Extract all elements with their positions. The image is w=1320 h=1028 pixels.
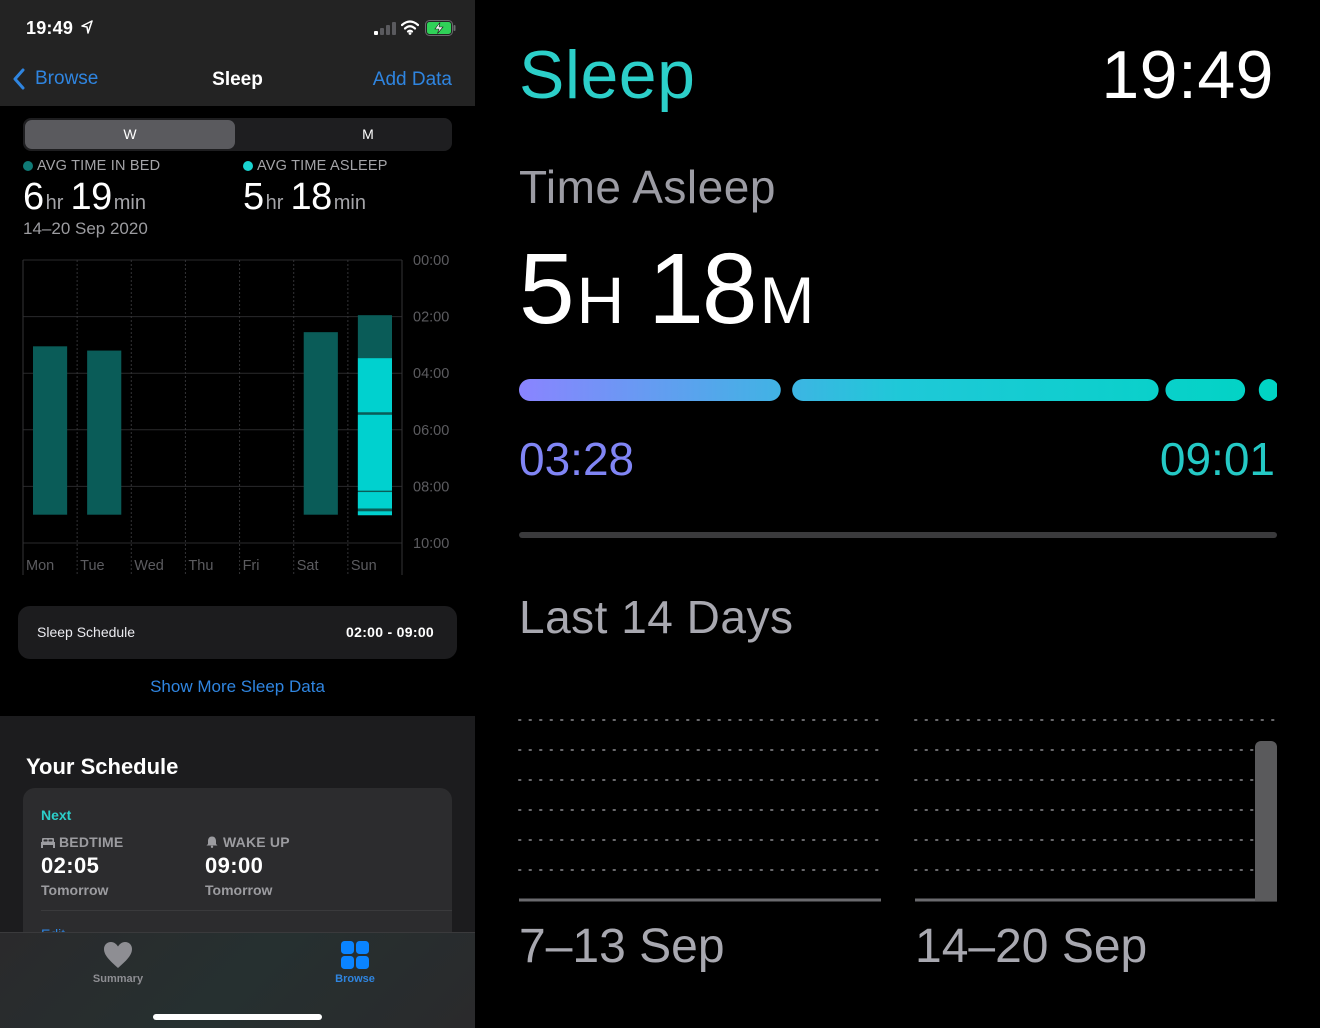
wake-up-label: WAKE UP [223,834,290,850]
in-bed-bar [33,346,68,515]
time-asleep-hours-unit: H [576,263,625,337]
segment-week[interactable]: W [25,120,235,149]
y-tick-label: 04:00 [413,366,449,382]
divider [519,532,1277,538]
tab-bar: Summary Browse [0,932,475,1028]
status-bar: 19:49 [0,0,475,56]
tab-summary-label: Summary [92,973,144,985]
asleep-label: AVG TIME ASLEEP [257,158,388,174]
grid-icon [341,941,369,969]
time-asleep-label: Time Asleep [519,161,776,213]
sleep-schedule-row[interactable]: Sleep Schedule 02:00 - 09:00 [18,606,457,659]
y-tick-label: 00:00 [413,253,449,269]
in-bed-minutes-unit: min [113,192,146,214]
watch-sleep-app: Sleep 19:49 Time Asleep 5 H 18 M 03:28 0… [475,0,1320,1028]
time-asleep-minutes-unit: M [759,263,815,337]
wifi-icon [401,20,419,35]
heart-icon [104,942,132,968]
asleep-segment [357,511,392,516]
time-asleep-hours: 5 [519,233,575,345]
asleep-segment [357,414,392,491]
iphone-health-app: 19:49 Browse Sleep Add Data W M AVG TIME… [0,0,475,1028]
sleep-timeline [519,379,1277,401]
x-tick-label: Tue [80,558,104,574]
watch-app-title: Sleep [519,37,696,113]
battery-charging-icon [425,20,456,36]
asleep-hours-unit: hr [265,192,284,214]
in-bed-hours: 6 [23,176,44,218]
wake-up-day: Tomorrow [205,882,273,898]
time-asleep-value: 5 H 18 M [519,232,839,347]
in-bed-minutes: 19 [70,176,112,218]
tab-browse-label: Browse [335,973,375,985]
card-divider [41,910,452,911]
last-14-days-title: Last 14 Days [519,591,794,643]
x-tick-label: Fri [243,558,260,574]
in-bed-legend-dot [23,161,33,171]
day-bar-base [1255,892,1277,901]
x-tick-label: Thu [188,558,213,574]
x-tick-label: Sun [351,558,377,574]
sleep-start-time: 03:28 [519,433,635,485]
y-tick-label: 02:00 [413,310,449,326]
weekly-sleep-chart[interactable]: 00:00 02:00 04:00 06:00 08:00 10:00 Mon Tue Wed T… [0,250,475,585]
bed-icon [41,838,55,848]
wake-up-block: WAKE UP 09:00 Tomorrow [205,834,290,898]
watch-clock: 19:49 [1101,37,1274,113]
alarm-bell-icon [206,836,218,848]
asleep-minutes: 18 [290,176,332,218]
asleep-segment [357,492,392,509]
last-14-days-chart: 7–13 Sep 14–20 Sep [518,719,1277,973]
timeline-segment [1258,379,1277,401]
date-range: 14–20 Sep 2020 [23,219,148,238]
bedtime-block: BEDTIME 02:05 Tomorrow [41,834,123,898]
bedtime-day: Tomorrow [41,882,109,898]
status-time: 19:49 [26,18,74,38]
bedtime-label: BEDTIME [59,834,124,850]
show-more-sleep-data-link[interactable]: Show More Sleep Data [0,677,475,697]
asleep-legend-dot [243,161,253,171]
in-bed-hours-unit: hr [45,192,64,214]
avg-time-in-bed: AVG TIME IN BED 6 hr 19 min 14–20 Sep 20… [23,158,160,239]
y-tick-label: 06:00 [413,423,449,439]
week-label: 7–13 Sep [519,920,725,973]
x-tick-label: Wed [134,558,164,574]
navigation-bar: Browse Sleep Add Data [0,56,475,106]
day-bar [1255,741,1277,901]
timeline-segment [519,379,781,401]
asleep-hours: 5 [243,176,264,218]
sleep-schedule-label: Sleep Schedule [37,624,136,640]
next-label: Next [41,807,72,823]
tab-browse[interactable]: Browse [305,941,405,985]
avg-time-asleep: AVG TIME ASLEEP 5 hr 18 min [243,158,388,219]
y-tick-label: 08:00 [413,479,449,495]
time-asleep-minutes: 18 [648,233,757,345]
tab-summary[interactable]: Summary [68,941,168,985]
asleep-minutes-unit: min [333,192,366,214]
home-indicator[interactable] [153,1014,322,1020]
bedtime-time: 02:05 [41,853,100,878]
add-data-button[interactable]: Add Data [373,69,452,91]
x-tick-label: Mon [26,558,54,574]
period-segmented-control: W M [23,118,452,151]
in-bed-label: AVG TIME IN BED [37,158,161,174]
segment-month[interactable]: M [263,120,473,149]
y-tick-label: 10:00 [413,536,449,552]
asleep-segment [357,358,392,413]
location-arrow-icon [81,20,93,34]
your-schedule-title: Your Schedule [26,754,179,779]
timeline-segment [1165,379,1246,401]
timeline-segment [792,379,1159,401]
sleep-schedule-value: 02:00 - 09:00 [346,624,434,640]
in-bed-bar [303,332,338,515]
wake-up-time: 09:00 [205,853,264,878]
sleep-end-time: 09:01 [1159,433,1275,485]
x-tick-label: Sat [297,558,319,574]
cellular-signal-icon [374,22,396,35]
week-label: 14–20 Sep [915,920,1147,973]
in-bed-bar [87,350,122,515]
